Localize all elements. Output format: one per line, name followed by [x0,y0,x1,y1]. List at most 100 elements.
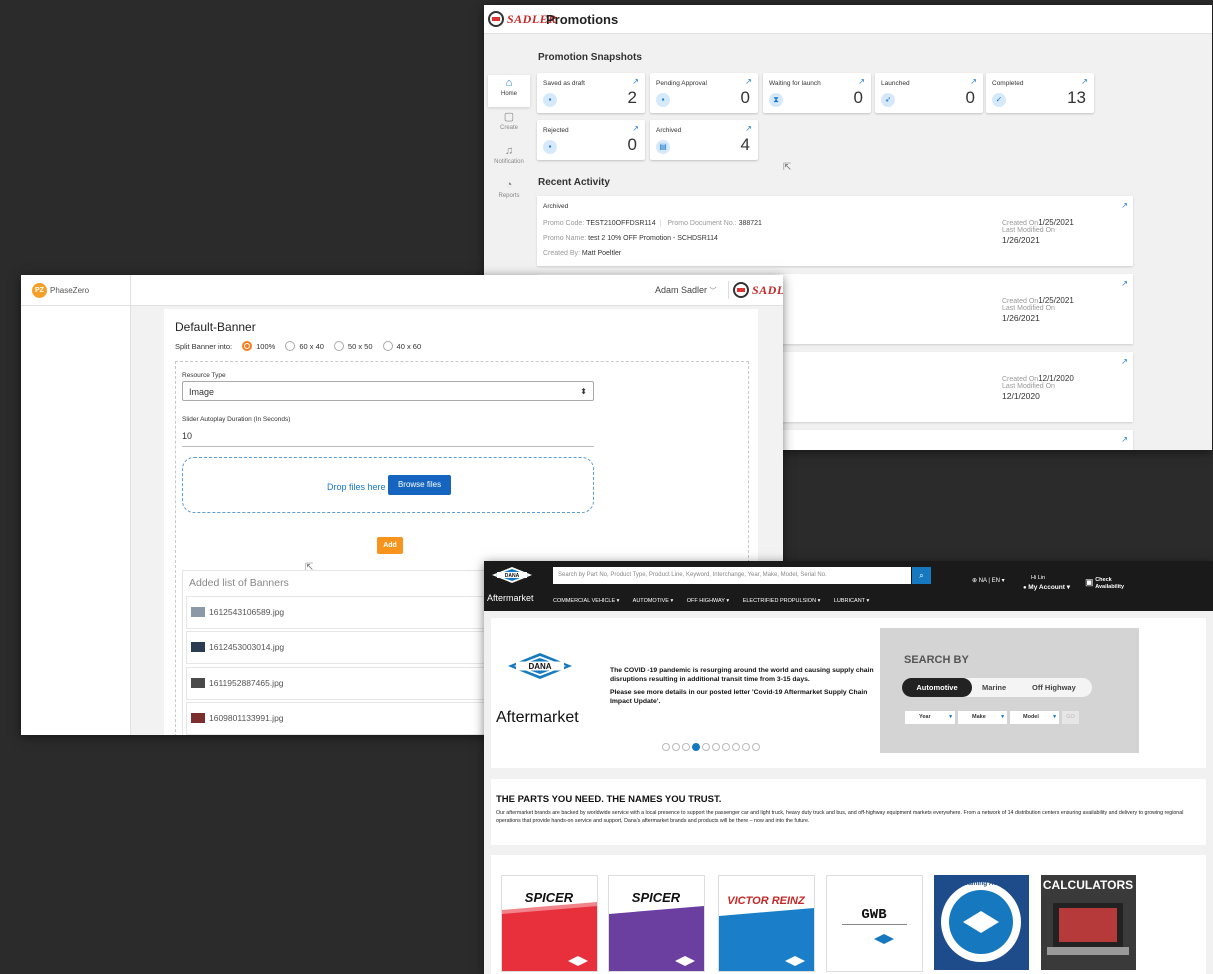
image-thumbnail [191,607,205,617]
hero-aftermarket: Aftermarket [496,709,579,726]
year-select[interactable]: Year ▾ [905,711,955,724]
add-button[interactable]: Add [377,537,403,554]
user-menu[interactable]: Adam Sadler ﹀ [655,285,717,296]
duration-input[interactable]: 10 [182,431,594,447]
mouse-cursor-icon: ⇱ [783,162,792,173]
open-arrow-icon[interactable]: ↗ [1121,357,1128,366]
carousel-dot[interactable] [662,743,670,751]
brand-tile-spicer-red[interactable]: SPICER [501,875,598,972]
my-account-menu[interactable]: ● My Account ▾ [1023,583,1070,591]
carousel-dot[interactable] [702,743,710,751]
tab-off-highway[interactable]: Off Highway [1032,678,1076,697]
search-button[interactable]: ⌕ [912,567,931,584]
carousel-dot[interactable] [732,743,740,751]
snapshot-card-waiting[interactable]: Waiting for launch ↗ ⧗ 0 [763,73,871,113]
check-availability-link[interactable]: ▣ Check Availability [1085,577,1124,590]
image-thumbnail [191,642,205,652]
nav-home[interactable]: ⌂ Home [488,75,530,107]
nav-commercial-vehicle[interactable]: COMMERCIAL VEHICLE ▾ [553,598,619,604]
phasezero-logo[interactable]: PZ PhaseZero [32,283,89,298]
created-by-row: Created By: Matt Poeltler [543,250,622,257]
region-selector[interactable]: ⊕ NA | EN ▾ [972,577,1005,584]
spicer-logo-text: SPICER [525,890,574,905]
go-button[interactable]: GO [1062,711,1079,724]
nav-off-highway[interactable]: OFF HIGHWAY ▾ [687,598,729,604]
snapshot-card-draft[interactable]: Saved as draft ↗ ▪ 2 [537,73,645,113]
create-doc-icon: ▢ [503,111,515,123]
draft-icon: ▪ [543,93,557,107]
radio-100[interactable] [242,341,253,351]
carousel-dot[interactable] [712,743,720,751]
open-arrow-icon[interactable]: ↗ [970,77,977,86]
hourglass-icon: ⧗ [769,93,783,107]
open-arrow-icon[interactable]: ↗ [1121,201,1128,210]
hero-banner: DANA Aftermarket The COVID -19 pandemic … [491,618,1206,768]
open-arrow-icon[interactable]: ↗ [1121,435,1128,444]
aftermarket-label: Aftermarket [487,593,534,603]
info-title: THE PARTS YOU NEED. THE NAMES YOU TRUST. [496,794,722,805]
nav-reports[interactable]: ◔ Reports [488,177,530,209]
radio-50x50[interactable] [333,341,344,351]
image-thumbnail [191,678,205,688]
promo-name-row: Promo Name: test 2 10% OFF Promotion - S… [543,235,718,242]
carousel-dot[interactable] [722,743,730,751]
open-arrow-icon[interactable]: ↗ [632,124,639,133]
sadler-logo-icon [733,282,749,298]
brand-tile-training-academy[interactable]: Dana Training Academy [934,875,1029,970]
nav-create[interactable]: ▢ Create [488,109,530,141]
snapshot-card-archived[interactable]: Archived ↗ ▤ 4 [650,120,758,160]
resource-type-select[interactable]: Image ⬍ [182,381,594,401]
brand-tile-victor-reinz[interactable]: VICTOR REINZ [718,875,815,972]
greeting: Hi Lin [1031,575,1046,581]
snapshot-card-completed[interactable]: Completed ↗ ✓ 13 [986,73,1094,113]
open-arrow-icon[interactable]: ↗ [632,77,639,86]
resource-type-label: Resource Type [182,372,226,379]
tab-marine[interactable]: Marine [982,678,1006,697]
snapshot-card-launched[interactable]: Launched ↗ ➶ 0 [875,73,983,113]
carousel-dot[interactable] [752,743,760,751]
nav-automotive[interactable]: AUTOMOTIVE ▾ [633,598,674,604]
promo-code-row: Promo Code: TEST210OFFDSR114 | Promo Docu… [543,220,762,227]
caret-down-icon: ▾ [1053,714,1056,720]
open-arrow-icon[interactable]: ↗ [745,77,752,86]
snapshots-title: Promotion Snapshots [538,52,642,63]
model-select[interactable]: Model ▾ [1010,711,1059,724]
dana-main-nav: COMMERCIAL VEHICLE ▾ AUTOMOTIVE ▾ OFF HI… [553,598,881,604]
make-select[interactable]: Make ▾ [958,711,1007,724]
open-arrow-icon[interactable]: ↗ [1121,279,1128,288]
page-title: Promotions [546,12,619,27]
brand-tile-gwb[interactable]: GWB [826,875,923,972]
search-by-panel: SEARCH BY Automotive Marine Off Highway … [880,628,1139,753]
spicer-logo-text: SPICER [632,890,681,905]
carousel-dot[interactable] [742,743,750,751]
brand-tile-spicer-purple[interactable]: SPICER [608,875,705,972]
open-arrow-icon[interactable]: ↗ [745,124,752,133]
snapshot-card-pending[interactable]: Pending Approval ↗ ▪ 0 [650,73,758,113]
radio-40x60[interactable] [382,341,393,351]
tab-automotive[interactable]: Automotive [902,678,972,697]
carousel-dots [662,743,762,751]
open-arrow-icon[interactable]: ↗ [858,77,865,86]
browse-files-button[interactable]: Browse files [388,475,451,495]
vehicle-selectors: Year ▾ Make ▾ Model ▾ GO [905,711,1079,724]
snapshot-card-rejected[interactable]: Rejected ↗ ▪ 0 [537,120,645,160]
file-dropzone[interactable]: Drop files here Browse files [182,457,594,513]
search-input[interactable]: Search by Part No, Product Type, Product… [553,567,911,584]
carousel-dot[interactable] [672,743,680,751]
calendar-icon: ▣ [1085,577,1094,587]
dana-logo[interactable]: DANA [492,567,532,583]
nav-electrified-propulsion[interactable]: ELECTRIFIED PROPULSION ▾ [743,598,821,604]
sadler-logo[interactable]: SADLER [728,281,783,299]
nav-notification[interactable]: ♫ Notification [488,143,530,175]
activity-dates: Created On12/1/2020 Last Modified On 12/… [1002,374,1074,401]
rejected-icon: ▪ [543,140,557,154]
caret-down-icon: ▾ [1001,714,1004,720]
brand-tile-calculators[interactable]: CALCULATORS [1041,875,1136,970]
nav-lubricant[interactable]: LUBRICANT ▾ [834,598,869,604]
radio-60x40[interactable] [285,341,296,351]
open-arrow-icon[interactable]: ↗ [1081,77,1088,86]
activity-card[interactable]: Archived ↗ Promo Code: TEST210OFFDSR114 |… [537,196,1133,266]
carousel-dot-active[interactable] [692,743,700,751]
carousel-dot[interactable] [682,743,690,751]
promotions-topbar: SADLER Promotions [484,5,1212,34]
